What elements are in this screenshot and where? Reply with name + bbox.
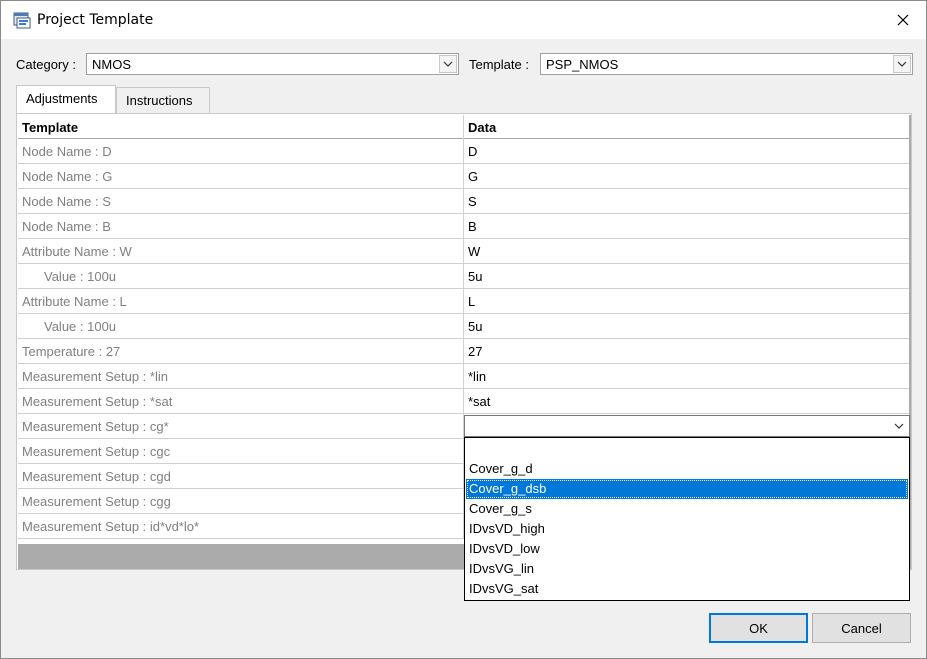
data-cell[interactable]: S: [464, 189, 909, 214]
table-row[interactable]: Node Name : SS: [18, 189, 909, 214]
template-label: Template :: [469, 57, 529, 72]
data-cell[interactable]: *lin: [464, 364, 909, 389]
grid-header: Template Data: [18, 115, 909, 140]
table-row[interactable]: Value : 100u 5u: [18, 314, 909, 339]
template-cell: Node Name : D: [18, 139, 464, 164]
table-row[interactable]: Attribute Name : LL: [18, 289, 909, 314]
dropdown-option[interactable]: Cover_g_d: [466, 459, 908, 479]
template-cell: Node Name : G: [18, 164, 464, 189]
data-cell[interactable]: D: [464, 139, 909, 164]
template-cell: Measurement Setup : cgd: [18, 464, 464, 489]
dropdown-option[interactable]: IDvsVD_low: [466, 539, 908, 559]
project-template-dialog: Project Template Category : NMOS Templat…: [0, 0, 927, 659]
table-row[interactable]: Node Name : BB: [18, 214, 909, 239]
table-row[interactable]: Attribute Name : WW: [18, 239, 909, 264]
tab-instructions[interactable]: Instructions: [116, 87, 210, 113]
data-cell[interactable]: W: [464, 239, 909, 264]
template-cell: Measurement Setup : *lin: [18, 364, 464, 389]
data-cell[interactable]: 27: [464, 339, 909, 364]
tab-adjustments[interactable]: Adjustments: [16, 85, 116, 113]
ok-button[interactable]: OK: [709, 613, 808, 643]
category-value: NMOS: [92, 57, 131, 72]
dropdown-option[interactable]: [466, 439, 908, 459]
template-cell: Node Name : S: [18, 189, 464, 214]
data-cell[interactable]: 5u: [464, 264, 909, 289]
data-cell[interactable]: B: [464, 214, 909, 239]
column-header-data[interactable]: Data: [464, 115, 909, 140]
template-cell: Attribute Name : L: [18, 289, 464, 314]
dropdown-option[interactable]: Cover_g_dsb: [466, 479, 908, 499]
app-icon: [13, 11, 31, 29]
close-icon: [897, 14, 909, 26]
chevron-down-icon[interactable]: [439, 55, 457, 73]
template-cell: Measurement Setup : cgg: [18, 489, 464, 514]
close-button[interactable]: [880, 1, 926, 39]
table-row[interactable]: Temperature : 27 27: [18, 339, 909, 364]
category-label: Category :: [16, 57, 76, 72]
data-cell[interactable]: *sat: [464, 389, 909, 414]
cancel-button[interactable]: Cancel: [812, 613, 911, 643]
column-header-template[interactable]: Template: [18, 115, 464, 140]
table-row[interactable]: Value : 100u 5u: [18, 264, 909, 289]
template-cell: Value : 100u: [18, 314, 464, 339]
template-cell: Measurement Setup : cgc: [18, 439, 464, 464]
dropdown-option[interactable]: IDvsVD_high: [466, 519, 908, 539]
template-cell: Measurement Setup : id*vd*lo*: [18, 514, 464, 539]
template-select[interactable]: PSP_NMOS: [540, 53, 913, 75]
table-row[interactable]: Measurement Setup : *lin *lin: [18, 364, 909, 389]
template-cell: Measurement Setup : *sat: [18, 389, 464, 414]
table-row[interactable]: Node Name : GG: [18, 164, 909, 189]
data-cell[interactable]: L: [464, 289, 909, 314]
chevron-down-icon[interactable]: [893, 55, 911, 73]
template-cell: Attribute Name : W: [18, 239, 464, 264]
measurement-setup-dropdown: Cover_g_d Cover_g_dsb Cover_g_s IDvsVD_high…: [464, 437, 910, 601]
table-row[interactable]: Node Name : DD: [18, 139, 909, 164]
title-bar: Project Template: [1, 1, 926, 39]
chevron-down-icon[interactable]: [891, 418, 907, 434]
dropdown-option[interactable]: IDvsVG_lin: [466, 559, 908, 579]
template-value: PSP_NMOS: [546, 57, 619, 72]
window-title: Project Template: [37, 12, 154, 28]
dropdown-option[interactable]: Cover_g_s: [466, 499, 908, 519]
data-cell[interactable]: 5u: [464, 314, 909, 339]
measurement-setup-select[interactable]: [464, 415, 910, 437]
template-cell: Value : 100u: [18, 264, 464, 289]
template-cell: Measurement Setup : cg*: [18, 414, 464, 439]
template-cell: Temperature : 27: [18, 339, 464, 364]
category-select[interactable]: NMOS: [86, 53, 459, 75]
template-cell: Node Name : B: [18, 214, 464, 239]
data-cell[interactable]: G: [464, 164, 909, 189]
table-row[interactable]: Measurement Setup : *sat *sat: [18, 389, 909, 414]
dropdown-option[interactable]: IDvsVG_sat: [466, 579, 908, 599]
